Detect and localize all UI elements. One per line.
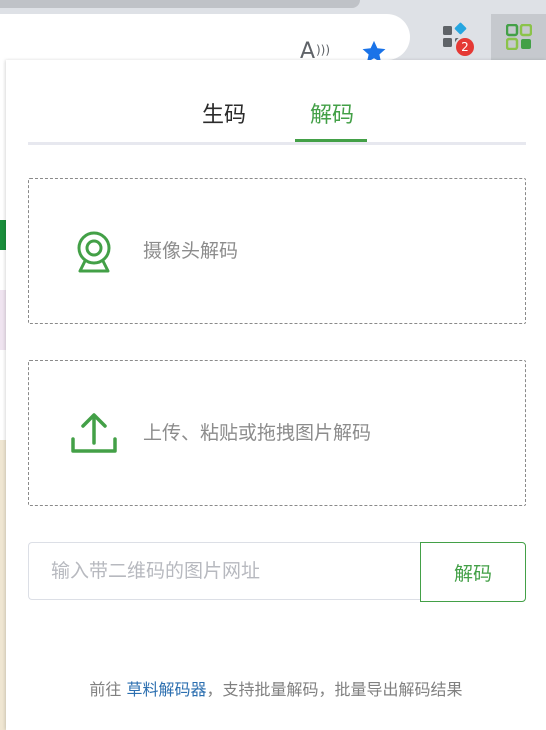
tab-bar: 生码 解码 xyxy=(28,90,526,145)
active-tab-indicator xyxy=(295,139,367,142)
address-bar[interactable]: A))) xyxy=(0,14,410,64)
webcam-icon xyxy=(77,231,111,273)
upload-decode-label: 上传、粘贴或拖拽图片解码 xyxy=(143,422,372,444)
upload-icon xyxy=(71,413,117,453)
decoder-link[interactable]: 草料解码器 xyxy=(127,680,207,699)
footer-suffix: ，支持批量解码，批量导出解码结果 xyxy=(206,680,463,699)
decode-button[interactable]: 解码 xyxy=(420,542,526,602)
camera-decode-area[interactable]: 摄像头解码 xyxy=(28,178,526,324)
upload-decode-area[interactable]: 上传、粘贴或拖拽图片解码 xyxy=(28,360,526,506)
tab-strip-edge xyxy=(0,0,360,8)
footer-note: 前往 草料解码器，支持批量解码，批量导出解码结果 xyxy=(6,676,546,700)
browser-toolbar: A))) 2 xyxy=(0,0,546,64)
tab-generate[interactable]: 生码 xyxy=(196,100,252,142)
image-url-input[interactable] xyxy=(28,542,420,600)
camera-decode-label: 摄像头解码 xyxy=(143,240,239,262)
extension-popup: 生码 解码 摄像头解码 上传、粘贴或拖拽图片解码 解码 前往 草料解码器，支持批… xyxy=(6,60,546,730)
tab-decode[interactable]: 解码 xyxy=(296,100,368,142)
footer-prefix: 前往 xyxy=(89,680,122,699)
qr-extension-icon[interactable] xyxy=(491,14,546,60)
extensions-badge: 2 xyxy=(456,38,474,56)
